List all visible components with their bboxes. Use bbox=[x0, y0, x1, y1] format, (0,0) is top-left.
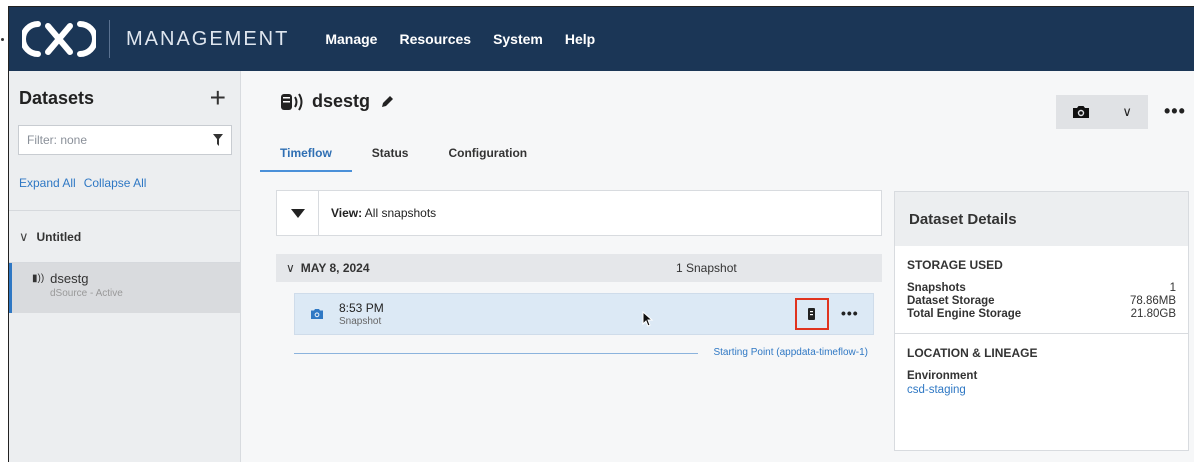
storage-row: Total Engine Storage 21.80GB bbox=[907, 308, 1176, 321]
snapshot-time: 8:53 PM bbox=[339, 301, 384, 315]
provision-icon[interactable] bbox=[795, 298, 829, 330]
snapshot-kind: Snapshot bbox=[339, 316, 382, 327]
caret-down-icon[interactable] bbox=[277, 191, 319, 235]
sidebar-item-label: dsestg bbox=[50, 271, 89, 286]
main-content: dsestg ∨ ••• Timeflow Status Configurati… bbox=[242, 71, 1194, 462]
timeline: Starting Point (appdata-timeflow-1) bbox=[294, 347, 874, 361]
more-icon[interactable]: ••• bbox=[841, 305, 859, 321]
caret-down-icon[interactable]: ∨ bbox=[1122, 104, 1132, 120]
snapshot-count: 1 Snapshot bbox=[676, 261, 737, 275]
timeline-start-label[interactable]: Starting Point (appdata-timeflow-1) bbox=[713, 347, 868, 358]
filter-icon[interactable] bbox=[213, 134, 223, 146]
storage-row: Snapshots 1 bbox=[907, 282, 1176, 295]
storage-value: 78.86MB bbox=[1129, 295, 1176, 307]
tab-configuration[interactable]: Configuration bbox=[448, 139, 527, 172]
sidebar-title: Datasets bbox=[19, 87, 95, 108]
environment-label: Environment bbox=[907, 370, 978, 382]
dataset-icon: ▮)) bbox=[32, 273, 45, 284]
cursor-icon bbox=[642, 311, 654, 327]
expand-collapse-row: Expand All Collapse All bbox=[9, 155, 240, 211]
storage-label: Dataset Storage bbox=[907, 295, 995, 307]
edit-pencil-icon[interactable] bbox=[380, 95, 394, 109]
filter-input[interactable] bbox=[27, 133, 197, 147]
dataset-details-panel: Dataset Details STORAGE USED Snapshots 1… bbox=[894, 191, 1189, 451]
storage-heading: STORAGE USED bbox=[907, 258, 1003, 272]
storage-value: 21.80GB bbox=[1130, 308, 1176, 320]
storage-value: 1 bbox=[1169, 282, 1176, 294]
view-filter-bar: View: All snapshots bbox=[276, 190, 882, 236]
storage-label: Total Engine Storage bbox=[907, 308, 1022, 320]
dataset-icon bbox=[281, 92, 303, 111]
location-section: LOCATION & LINEAGE Environment csd-stagi… bbox=[895, 334, 1188, 396]
group-untitled[interactable]: ∨ Untitled bbox=[9, 211, 240, 263]
nav-manage[interactable]: Manage bbox=[325, 31, 377, 47]
page-title: dsestg bbox=[312, 91, 371, 111]
sidebar-header: Datasets + bbox=[9, 71, 240, 125]
chevron-down-icon: ∨ bbox=[286, 261, 295, 275]
logo-divider bbox=[109, 20, 110, 58]
snapshot-button[interactable]: ∨ bbox=[1056, 95, 1148, 129]
snapshot-row[interactable]: 8:53 PM Snapshot ••• bbox=[294, 293, 874, 335]
view-value: All snapshots bbox=[364, 206, 437, 220]
collapse-all-link[interactable]: Collapse All bbox=[84, 176, 147, 190]
filter-field[interactable] bbox=[18, 125, 232, 155]
date-group-row[interactable]: ∨ MAY 8, 2024 1 Snapshot bbox=[276, 254, 882, 282]
top-navigation-bar: MANAGEMENT Manage Resources System Help bbox=[9, 7, 1194, 71]
product-name: MANAGEMENT bbox=[126, 27, 290, 50]
storage-section: STORAGE USED Snapshots 1 Dataset Storage… bbox=[895, 246, 1188, 321]
app-window: MANAGEMENT Manage Resources System Help … bbox=[8, 6, 1194, 462]
logo-icon[interactable] bbox=[9, 7, 109, 71]
view-label: View: All snapshots bbox=[331, 206, 436, 220]
details-title: Dataset Details bbox=[895, 192, 1188, 246]
tab-bar: Timeflow Status Configuration bbox=[260, 139, 567, 172]
tab-status[interactable]: Status bbox=[372, 139, 409, 172]
group-label: Untitled bbox=[36, 229, 82, 244]
tab-timeflow[interactable]: Timeflow bbox=[260, 139, 352, 172]
location-heading: LOCATION & LINEAGE bbox=[907, 346, 1038, 360]
add-icon[interactable]: + bbox=[210, 84, 226, 112]
environment-link[interactable]: csd-staging bbox=[907, 384, 1176, 396]
dataset-header: dsestg bbox=[280, 91, 394, 112]
nav-system[interactable]: System bbox=[493, 31, 543, 47]
sidebar-item-status: dSource - Active bbox=[50, 288, 123, 299]
storage-row: Dataset Storage 78.86MB bbox=[907, 295, 1176, 308]
chevron-down-icon: ∨ bbox=[19, 228, 29, 244]
nav-resources[interactable]: Resources bbox=[399, 31, 471, 47]
edge-dot bbox=[1, 38, 4, 41]
more-icon[interactable]: ••• bbox=[1164, 101, 1186, 122]
date-group-label: MAY 8, 2024 bbox=[300, 261, 370, 275]
datasets-sidebar: Datasets + Expand All Collapse All ∨ Unt… bbox=[9, 71, 241, 462]
view-prefix: View: bbox=[331, 206, 363, 220]
timeline-line bbox=[294, 353, 698, 354]
sidebar-item-dsestg[interactable]: ▮)) dsestg dSource - Active bbox=[9, 263, 240, 313]
nav-help[interactable]: Help bbox=[565, 31, 595, 47]
expand-all-link[interactable]: Expand All bbox=[19, 176, 76, 190]
camera-icon bbox=[295, 308, 339, 320]
camera-icon bbox=[1073, 106, 1090, 118]
storage-label: Snapshots bbox=[907, 282, 966, 294]
